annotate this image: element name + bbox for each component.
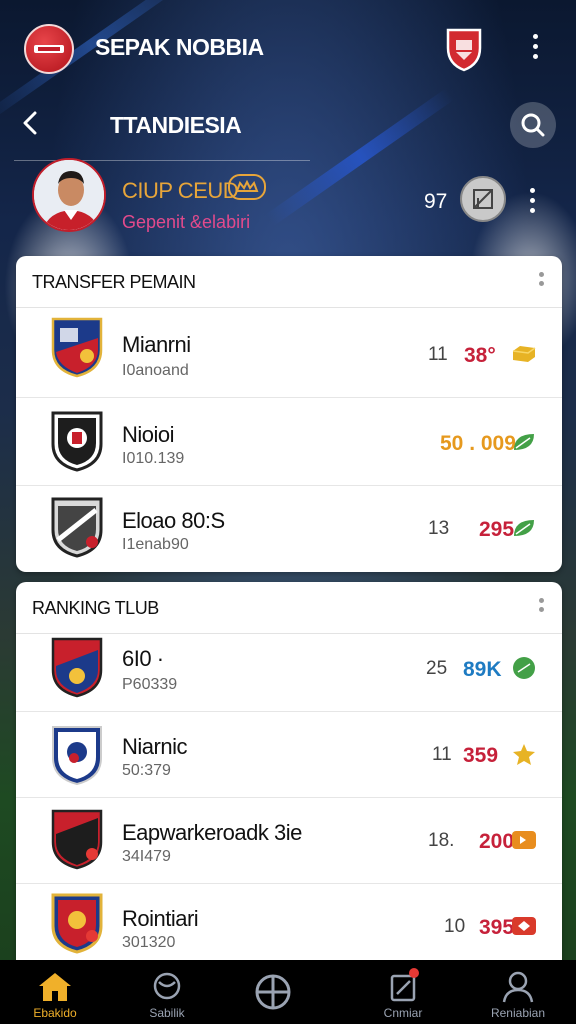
row-sub: I1enab90 — [122, 536, 189, 553]
nav-label: Sabilik — [149, 1006, 185, 1020]
ranking-row[interactable]: Eapwarkeroadk 3ie 34I479 18. 200 — [16, 798, 562, 884]
ranking-row[interactable]: Rointiari 301320 10 395 — [16, 884, 562, 964]
nav-target[interactable] — [225, 960, 321, 1024]
club-crest-icon — [51, 637, 103, 698]
ranking-card: RANKING TLUB 6I0 · P60339 25 89K Niarnic… — [16, 582, 562, 964]
row-name: Rointiari — [122, 906, 199, 931]
app-title: SEPAK NOBBIA — [95, 34, 264, 60]
orange-tag-icon — [512, 831, 536, 849]
ranking-row[interactable]: 6I0 · P60339 25 89K — [16, 634, 562, 712]
search-button[interactable] — [510, 102, 556, 148]
sub-bar: TTANDIESIA — [0, 96, 576, 156]
row-sub: 50:379 — [122, 762, 171, 779]
profile-score: 97 — [424, 190, 448, 213]
row-value: 295 — [479, 518, 515, 541]
app-logo[interactable] — [24, 24, 74, 74]
row-sub: 34I479 — [122, 848, 171, 865]
row-rank: 10 — [444, 916, 466, 937]
transfer-card: TRANSFER PEMAIN Mianrni I0anoand 11 38° … — [16, 256, 562, 572]
card-title: TRANSFER PEMAIN — [32, 272, 196, 292]
green-leaf-icon — [514, 434, 534, 450]
card-more-icon[interactable] — [536, 598, 546, 612]
card-more-icon[interactable] — [536, 272, 546, 286]
red-tag-icon — [512, 917, 536, 935]
search-icon — [521, 113, 545, 137]
target-icon — [255, 974, 291, 1010]
row-rank: 11 — [428, 344, 448, 365]
row-rank: 18. — [428, 830, 455, 851]
green-leaf-icon — [514, 520, 534, 536]
page-title: TTANDIESIA — [110, 112, 242, 138]
row-value: 395 — [479, 916, 515, 939]
club-crest-icon — [51, 497, 103, 558]
row-value: 50 . 009 — [440, 432, 516, 455]
row-name: Eapwarkeroadk 3ie — [122, 820, 302, 845]
row-name: 6I0 · — [122, 646, 164, 671]
transfer-row[interactable]: Mianrni I0anoand 11 38° — [16, 308, 562, 398]
row-value: 200 — [479, 830, 515, 853]
club-name: CIUP CEUD — [122, 178, 239, 203]
club-crest-icon — [51, 317, 103, 378]
row-name: Eloao 80:S — [122, 508, 225, 533]
row-sub: P60339 — [122, 676, 178, 693]
card-header: RANKING TLUB — [16, 582, 562, 634]
club-crest-icon — [51, 411, 103, 472]
row-value: 359 — [463, 744, 499, 767]
nav-ball[interactable]: Sabilik — [119, 960, 215, 1024]
star-icon — [513, 744, 535, 765]
more-menu-icon[interactable] — [530, 34, 540, 59]
nav-label: Reniabian — [490, 1006, 546, 1020]
club-crest-icon — [51, 893, 103, 954]
row-rank: 25 — [426, 658, 448, 679]
club-crest-icon — [52, 726, 102, 786]
club-subtitle: Gepenit &elabiri — [122, 212, 251, 232]
club-crest-icon — [228, 174, 266, 200]
card-header: TRANSFER PEMAIN — [16, 256, 562, 308]
ranking-row[interactable]: Niarnic 50:379 11 359 — [16, 712, 562, 798]
row-sub: 301320 — [122, 934, 176, 951]
nav-edit[interactable]: Cnmiar — [355, 960, 451, 1024]
row-name: Niarnic — [122, 734, 187, 759]
profile-icon — [502, 971, 534, 1003]
transfer-row[interactable]: Nioioi I010.139 50 . 009 — [16, 398, 562, 486]
row-value: 89K — [463, 658, 502, 681]
row-sub: I010.139 — [122, 450, 185, 467]
nav-label: Cnmiar — [383, 1006, 423, 1020]
row-sub: I0anoand — [122, 362, 189, 379]
green-ball-icon — [513, 657, 535, 679]
row-value: 38° — [464, 344, 496, 367]
card-title: RANKING TLUB — [32, 598, 159, 618]
nav-label: Ebakido — [33, 1006, 77, 1020]
back-arrow-icon[interactable] — [18, 108, 44, 138]
transfer-row[interactable]: Eloao 80:S I1enab90 13 295 — [16, 486, 562, 570]
profile-more-icon[interactable] — [527, 188, 537, 213]
row-rank: 13 — [428, 518, 450, 539]
notification-dot — [409, 968, 419, 978]
logo-mark-icon — [34, 45, 64, 53]
row-name: Nioioi — [122, 422, 175, 447]
club-shield-icon[interactable] — [444, 26, 484, 72]
bottom-nav: Ebakido Sabilik Cnmiar Reniabian — [0, 960, 576, 1024]
trophy-icon[interactable] — [460, 176, 506, 222]
row-rank: 11 — [432, 744, 452, 765]
row-name: Mianrni — [122, 332, 191, 357]
top-bar: SEPAK NOBBIA — [0, 0, 576, 96]
home-icon — [39, 973, 71, 1001]
ball-icon — [153, 972, 181, 1000]
nav-profile[interactable]: Reniabian — [470, 960, 566, 1024]
gold-coin-icon — [512, 346, 536, 362]
nav-home[interactable]: Ebakido — [7, 960, 103, 1024]
club-crest-icon — [51, 809, 103, 870]
avatar[interactable] — [32, 158, 106, 232]
